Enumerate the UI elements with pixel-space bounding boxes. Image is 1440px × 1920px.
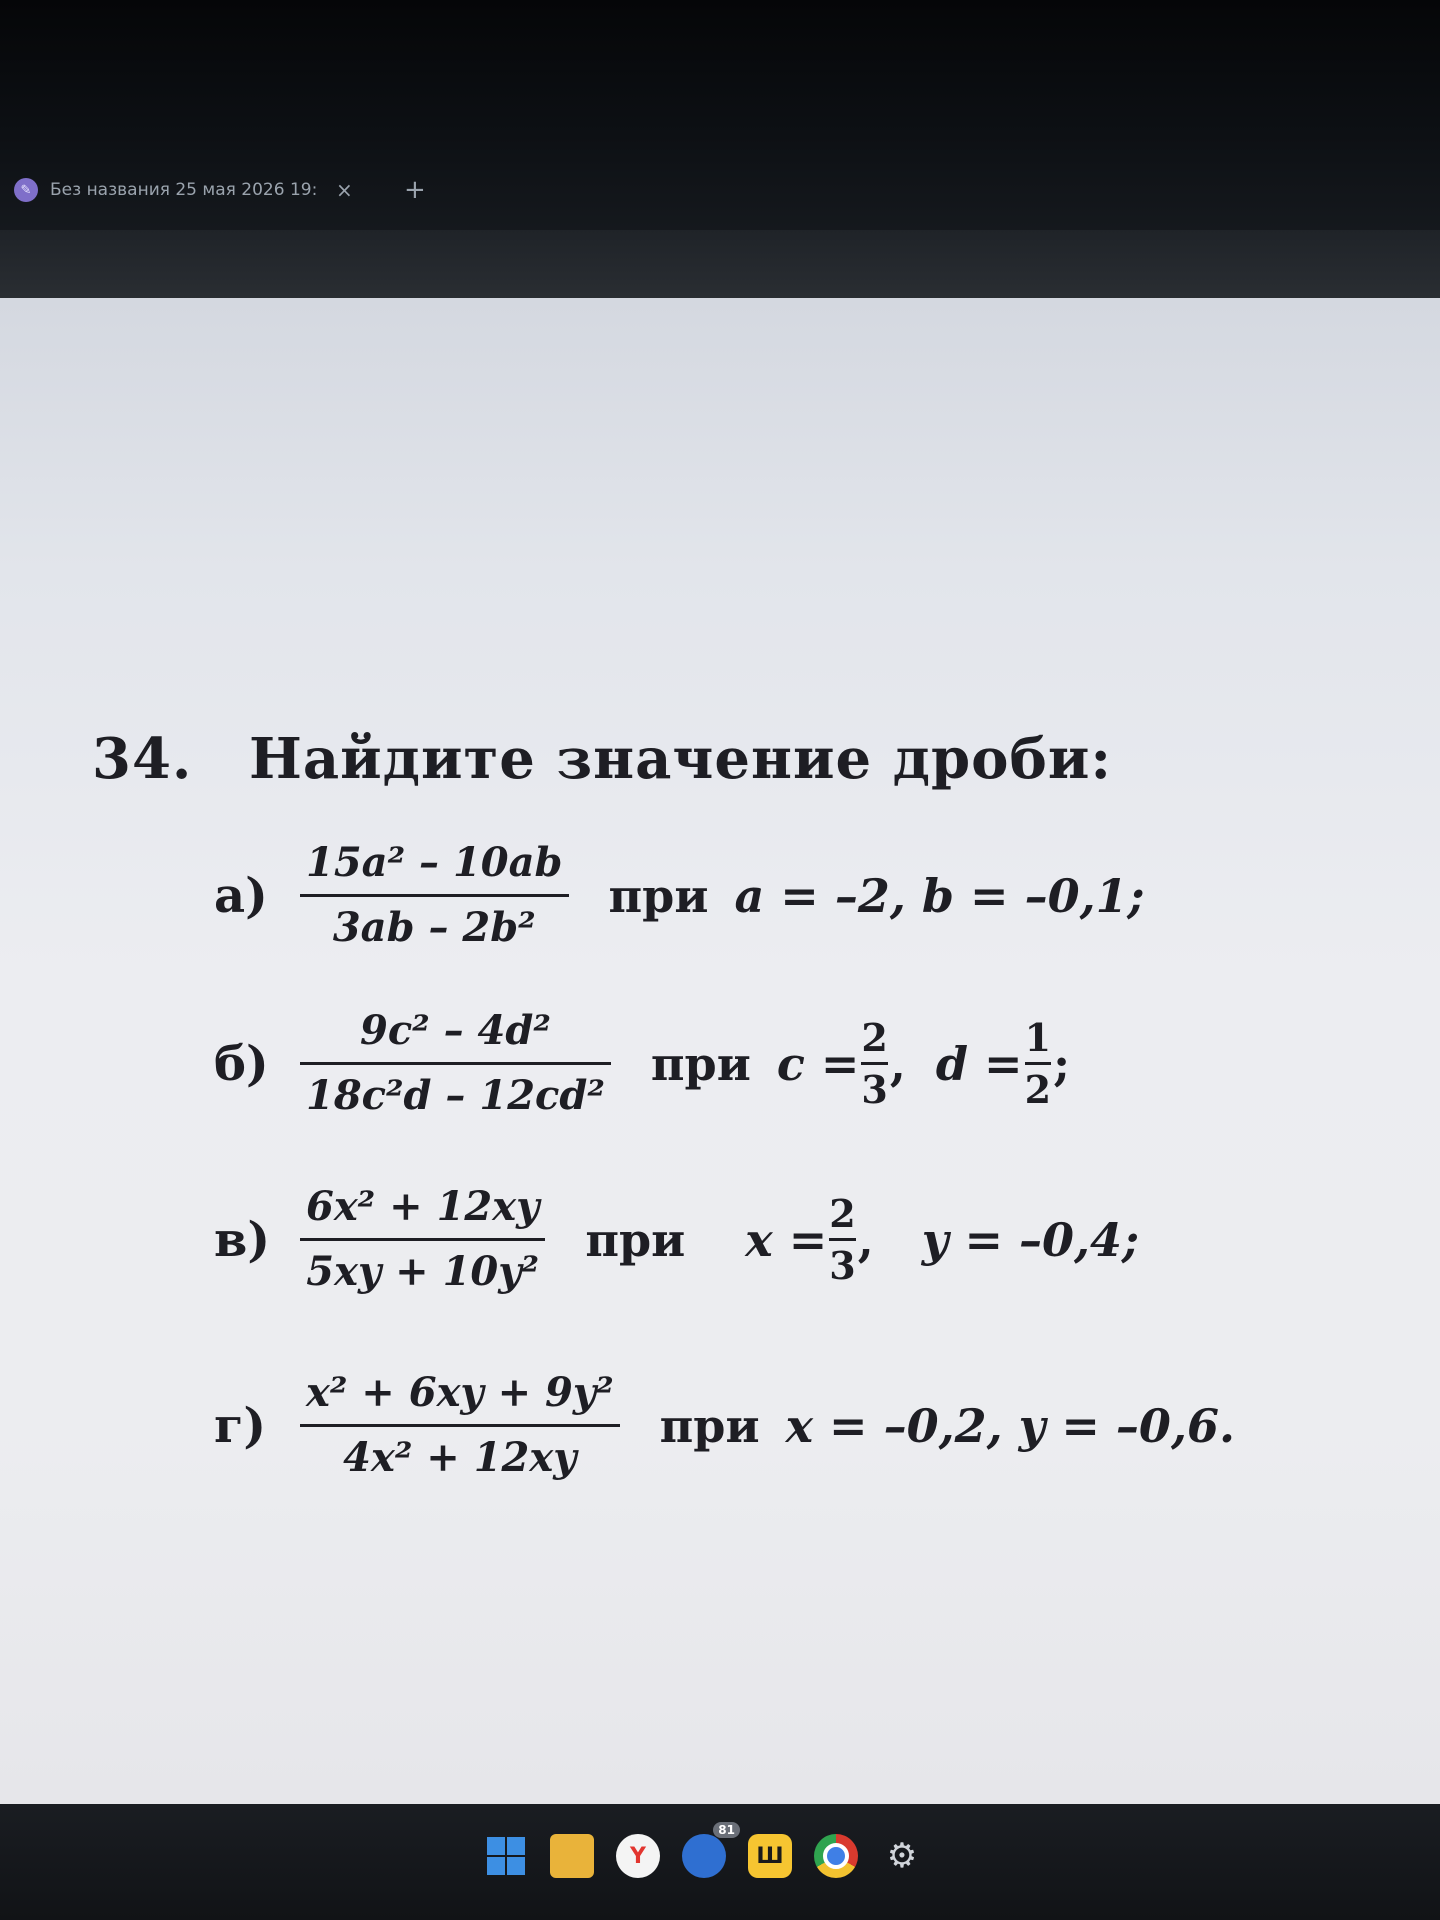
terminator: ; [1053, 1036, 1071, 1091]
value-numerator: 2 [829, 1191, 856, 1236]
condition-word: при [608, 868, 709, 923]
condition: при a = –2, b = –0,1; [609, 869, 1145, 923]
var-x: x = [745, 1212, 828, 1267]
fraction: 9c² – 4d² 18c²d – 12cd² [300, 1006, 611, 1121]
fraction-numerator: 9c² – 4d² [359, 1007, 551, 1054]
fraction-denominator: 4x² + 12xy [343, 1434, 577, 1481]
doc-app-icon: ✎ [14, 178, 38, 202]
value-denominator: 2 [1024, 1067, 1052, 1112]
exercise-item-g: г) x² + 6xy + 9y² 4x² + 12xy при x = –0,… [214, 1368, 1235, 1483]
browser-toolbar [0, 230, 1440, 302]
item-label: г) [214, 1397, 267, 1454]
tab-title: Без названия 25 мая 2026 19: [50, 180, 318, 200]
fraction-numerator: x² + 6xy + 9y² [306, 1369, 614, 1416]
condition-word: при [650, 1036, 751, 1091]
separator: , [889, 1036, 906, 1091]
value-numerator: 1 [1024, 1015, 1052, 1060]
russian-app-icon[interactable]: Ш [748, 1834, 792, 1878]
problem-heading: 34. Найдите значение дроби: [92, 726, 1112, 792]
document-page: 34. Найдите значение дроби: а) 15a² – 10… [0, 298, 1440, 1804]
separator: , [857, 1212, 874, 1267]
fraction-bar [300, 1424, 620, 1427]
fraction-bar [300, 1238, 546, 1241]
vpn-icon[interactable]: 81 [682, 1822, 740, 1878]
fraction: x² + 6xy + 9y² 4x² + 12xy [300, 1368, 620, 1483]
fraction-bar [300, 1062, 611, 1065]
exercise-item-v: в) 6x² + 12xy 5xy + 10y² при x = 2 3 , y… [214, 1182, 1139, 1297]
taskbar-icons: Y 81 Ш ⚙ [484, 1822, 924, 1878]
condition-values: y = –0,4; [921, 1212, 1140, 1267]
condition: при c = 2 3 , d = 1 2 ; [651, 1015, 1070, 1112]
windows-taskbar: Y 81 Ш ⚙ [0, 1804, 1440, 1920]
var-c: c = [776, 1036, 860, 1091]
fraction-denominator: 3ab – 2b² [332, 904, 536, 951]
exercise-item-b: б) 9c² – 4d² 18c²d – 12cd² при c = 2 3 ,… [214, 1006, 1070, 1121]
fraction-bar [861, 1062, 888, 1065]
settings-gear-icon[interactable]: ⚙ [880, 1834, 924, 1878]
fraction: 15a² – 10ab 3ab – 2b² [300, 838, 569, 953]
fraction: 6x² + 12xy 5xy + 10y² [300, 1182, 546, 1297]
fraction-bar [829, 1238, 856, 1241]
exercise-item-a: а) 15a² – 10ab 3ab – 2b² при a = –2, b =… [214, 838, 1145, 953]
condition-word: при [659, 1398, 760, 1453]
value-denominator: 3 [829, 1243, 856, 1288]
chrome-icon[interactable] [814, 1834, 858, 1878]
condition-values: x = –0,2, y = –0,6. [785, 1398, 1235, 1453]
fraction-denominator: 18c²d – 12cd² [306, 1072, 605, 1119]
fraction-denominator: 5xy + 10y² [306, 1248, 540, 1295]
value-fraction-c: 2 3 [861, 1015, 888, 1112]
item-label: а) [214, 867, 268, 924]
item-label: б) [214, 1035, 269, 1092]
fraction-bar [1024, 1062, 1052, 1065]
vpn-badge: 81 [713, 1822, 740, 1838]
windows-start-icon[interactable] [484, 1834, 528, 1878]
value-numerator: 2 [861, 1015, 888, 1060]
condition-values: a = –2, b = –0,1; [734, 868, 1145, 923]
browser-tab[interactable]: ✎ Без названия 25 мая 2026 19: × [0, 168, 400, 212]
value-fraction-x: 2 3 [829, 1191, 856, 1288]
fraction-numerator: 15a² – 10ab [306, 839, 563, 886]
problem-number: 34. [92, 726, 193, 792]
fraction-bar [300, 894, 569, 897]
condition-word: при [585, 1212, 686, 1267]
file-explorer-icon[interactable] [550, 1834, 594, 1878]
value-denominator: 3 [861, 1067, 888, 1112]
problem-title: Найдите значение дроби: [248, 726, 1113, 792]
item-label: в) [214, 1211, 271, 1268]
new-tab-button[interactable]: + [404, 168, 426, 212]
yandex-browser-icon[interactable]: Y [616, 1834, 660, 1878]
condition: при x = –0,2, y = –0,6. [660, 1399, 1235, 1453]
close-tab-icon[interactable]: × [336, 178, 353, 202]
value-fraction-d: 1 2 [1024, 1015, 1052, 1112]
fraction-numerator: 6x² + 12xy [306, 1183, 540, 1230]
var-d: d = [935, 1036, 1023, 1091]
condition: при x = 2 3 , y = –0,4; [585, 1191, 1139, 1288]
